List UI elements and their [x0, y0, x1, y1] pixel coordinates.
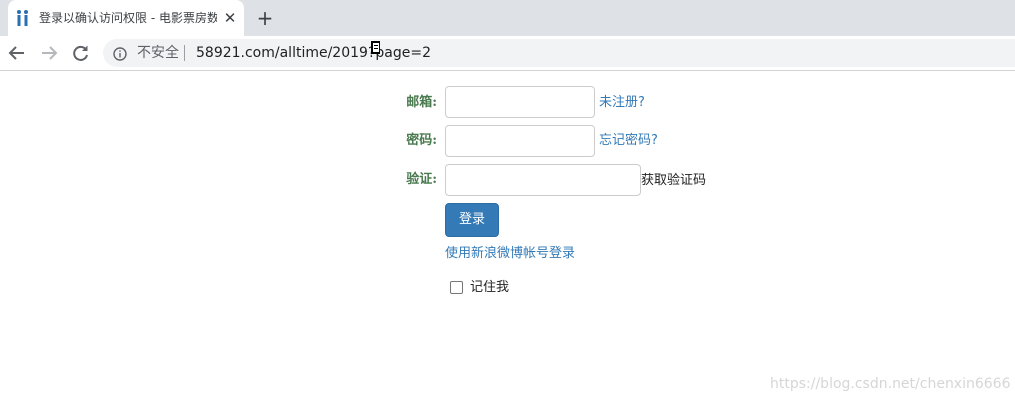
email-label: 邮箱:: [406, 95, 437, 110]
new-tab-plus-icon[interactable]: +: [255, 8, 275, 28]
register-link[interactable]: 未注册?: [599, 95, 645, 111]
text-cursor-icon: [370, 40, 382, 56]
back-arrow-left-icon[interactable]: [6, 42, 28, 64]
email-input[interactable]: [445, 86, 595, 118]
watermark-text: https://blog.csdn.net/chenxin6666: [770, 376, 1011, 392]
site-favicon-icon: [16, 9, 30, 27]
captcha-input[interactable]: [445, 164, 641, 196]
address-bar[interactable]: 不安全 58921.com/alltime/2019?page=2: [103, 39, 1015, 67]
url-text[interactable]: 58921.com/alltime/2019?page=2: [196, 45, 431, 61]
remember-me-checkbox[interactable]: [450, 281, 463, 294]
forward-arrow-right-icon[interactable]: [38, 42, 60, 64]
weibo-login-link[interactable]: 使用新浪微博帐号登录: [445, 246, 575, 262]
password-input[interactable]: [445, 125, 595, 157]
tab-close-icon[interactable]: ✕: [222, 10, 238, 26]
remember-me-label[interactable]: 记住我: [470, 280, 509, 296]
tab-title: 登录以确认访问权限 - 电影票房数据: [39, 11, 217, 25]
info-icon[interactable]: [113, 46, 127, 61]
active-tab[interactable]: 登录以确认访问权限 - 电影票房数据 ✕: [8, 0, 244, 36]
forgot-password-link[interactable]: 忘记密码?: [599, 133, 658, 149]
reload-icon[interactable]: [70, 42, 92, 64]
login-button[interactable]: 登录: [445, 203, 499, 237]
captcha-label: 验证:: [406, 172, 437, 187]
browser-toolbar: 不安全 58921.com/alltime/2019?page=2: [0, 36, 1015, 71]
omnibox-separator: [184, 45, 185, 61]
security-status[interactable]: 不安全: [137, 45, 179, 61]
password-label: 密码:: [406, 133, 437, 148]
get-code-text[interactable]: 获取验证码: [641, 173, 706, 189]
tab-strip: 登录以确认访问权限 - 电影票房数据 ✕ +: [0, 0, 1015, 36]
